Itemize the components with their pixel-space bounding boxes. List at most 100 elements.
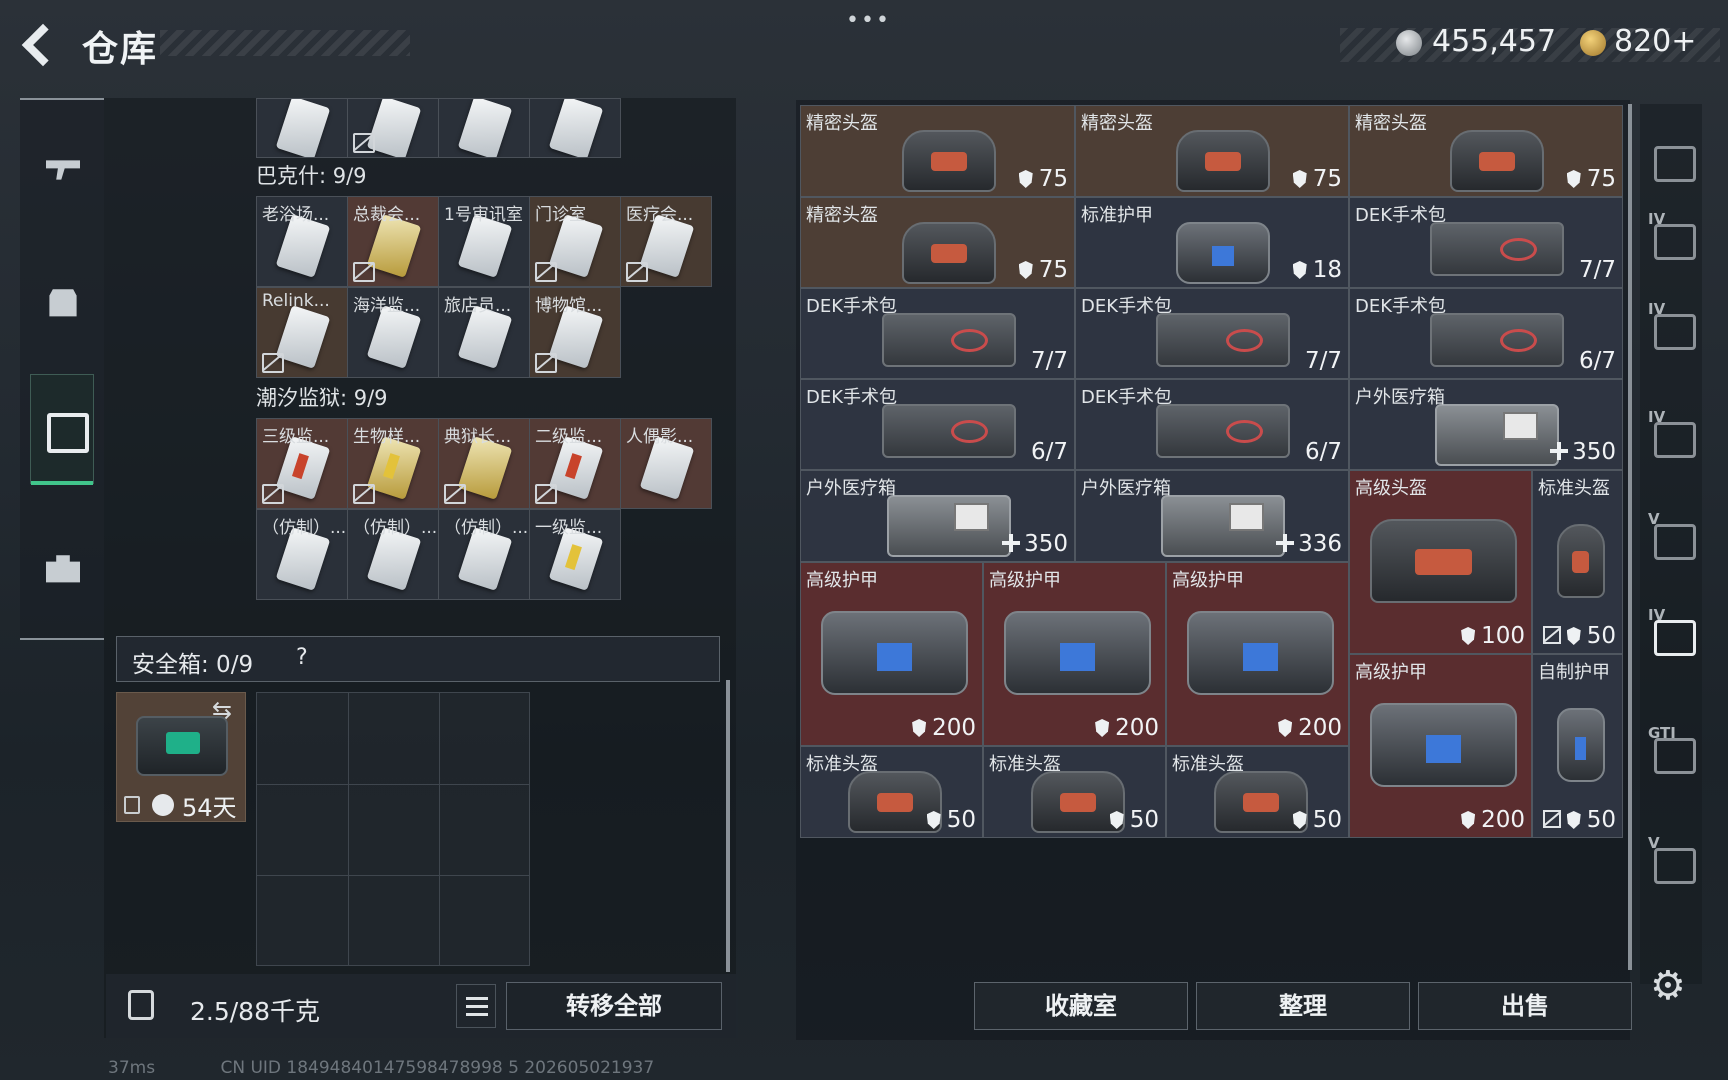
stash-item[interactable]: DEK手术包 7/7 [1075, 288, 1349, 379]
stash-item[interactable]: 标准头盔 50 [1532, 470, 1623, 654]
durability-shield-icon [1018, 261, 1033, 279]
stash-item[interactable]: 高级护甲 200 [983, 562, 1166, 746]
stash-item[interactable]: 高级护甲 200 [1349, 654, 1532, 838]
stash-item[interactable]: 高级头盔 100 [1349, 470, 1532, 654]
stash-item[interactable]: 户外医疗箱 350 [800, 470, 1075, 562]
stash-item[interactable]: 高级护甲 200 [1166, 562, 1349, 746]
keycard-slot[interactable]: 1号审讯室 [438, 196, 530, 287]
keycard-slot[interactable]: 医疗会... [620, 196, 712, 287]
stash-page-tab[interactable] [1646, 132, 1698, 184]
keycard-slot[interactable]: 一级监... [529, 509, 621, 600]
stash-item-name: 高级护甲 [1172, 570, 1244, 591]
stash-page-tab[interactable]: IV [1646, 300, 1698, 352]
stash-item-name: 户外医疗箱 [806, 478, 896, 499]
stash-item-value: 350 [1002, 531, 1068, 557]
stash-item-value: 50 [1542, 623, 1616, 649]
keycard-slot[interactable] [256, 98, 348, 158]
stash-page-tab[interactable]: IV [1646, 210, 1698, 262]
stash-item[interactable]: 精密头盔 75 [1075, 105, 1349, 197]
surgery-kit-image [881, 404, 1016, 458]
stash-item[interactable]: 高级护甲 200 [800, 562, 983, 746]
stash-item[interactable]: DEK手术包 7/7 [1349, 197, 1623, 288]
stash-item[interactable]: 标准头盔 50 [800, 746, 983, 838]
stash-page-tab[interactable]: V [1646, 834, 1698, 886]
keycard-name: 生物样... [353, 427, 421, 447]
stash-scrollbar[interactable] [1628, 104, 1632, 970]
stash-item[interactable]: DEK手术包 6/7 [1349, 288, 1623, 379]
stash-item-name: 精密头盔 [806, 205, 878, 226]
help-icon[interactable]: ? [296, 645, 308, 670]
stash-item-name: DEK手术包 [1355, 296, 1447, 317]
stash-page-tab[interactable]: GTI [1646, 724, 1698, 776]
not-bound-icon [1542, 626, 1561, 644]
safe-box-grid[interactable] [256, 692, 530, 966]
transfer-all-button[interactable]: 转移全部 [506, 982, 722, 1030]
not-bound-icon [444, 484, 466, 504]
stash-item[interactable]: DEK手术包 6/7 [1075, 379, 1349, 470]
stash-item[interactable]: 精密头盔 75 [800, 197, 1075, 288]
keycard-slot[interactable]: 二级监... [529, 418, 621, 509]
swap-icon[interactable]: ⇆ [212, 696, 232, 724]
keycard-slot[interactable] [347, 98, 439, 158]
stash-item-name: 自制护甲 [1538, 662, 1610, 683]
stash-item[interactable]: 精密头盔 75 [800, 105, 1075, 197]
helmet-image [1176, 130, 1270, 192]
keycard-slot[interactable]: 门诊室 [529, 196, 621, 287]
weight-lock-icon[interactable] [128, 990, 154, 1020]
keycard-slot[interactable]: Relink... [256, 287, 348, 378]
stash-item-value-text: 6/7 [1304, 439, 1342, 465]
stash-item-value: 50 [1109, 807, 1159, 833]
helmet-image [1450, 130, 1544, 192]
keycard-slot[interactable]: 旅店员... [438, 287, 530, 378]
stash-item-value-text: 336 [1298, 531, 1342, 557]
keycard-slot[interactable]: 博物馆... [529, 287, 621, 378]
durability-shield-icon [1095, 719, 1110, 737]
stash-item[interactable]: 户外医疗箱 350 [1349, 379, 1623, 470]
gear-icon[interactable]: ⚙ [1650, 966, 1690, 1006]
keycard-slot[interactable]: 生物样... [347, 418, 439, 509]
stash-item-value: 50 [926, 807, 976, 833]
keycard-slot[interactable]: 典狱长... [438, 418, 530, 509]
stash-page-tab[interactable]: IV [1646, 606, 1698, 658]
stash-item-name: 精密头盔 [1355, 113, 1427, 134]
keycard-slot[interactable]: 人偶影... [620, 418, 712, 509]
stash-page-tab[interactable]: V [1646, 510, 1698, 562]
stash-item[interactable]: 户外医疗箱 336 [1075, 470, 1349, 562]
keycard-image [275, 99, 331, 157]
keycard-slot[interactable]: 三级监... [256, 418, 348, 509]
keycard-slot[interactable]: （仿制）... [347, 509, 439, 600]
stash-item-value: 7/7 [1031, 348, 1068, 374]
stash-item[interactable]: 自制护甲 50 [1532, 654, 1623, 838]
not-bound-icon [353, 484, 375, 504]
stash-item-value: 336 [1276, 531, 1342, 557]
left-scrollbar[interactable] [726, 680, 730, 972]
stash-item-value: 350 [1550, 439, 1616, 465]
keycard-slot[interactable]: （仿制）... [256, 509, 348, 600]
surgery-kit-image [1156, 313, 1290, 367]
keycard-slot[interactable] [438, 98, 530, 158]
keycard-slot[interactable]: （仿制）... [438, 509, 530, 600]
stash-item[interactable]: 标准护甲 18 [1075, 197, 1349, 288]
stash-item-value-text: 7/7 [1304, 348, 1342, 374]
keycard-slot[interactable]: 海洋监... [347, 287, 439, 378]
sell-button[interactable]: 出售 [1418, 982, 1632, 1030]
stash-item[interactable]: 精密头盔 75 [1349, 105, 1623, 197]
stash-item-value-text: 6/7 [1030, 439, 1068, 465]
stash-item[interactable]: DEK手术包 6/7 [800, 379, 1075, 470]
stash-item[interactable]: 标准头盔 50 [983, 746, 1166, 838]
page-case-icon [1654, 314, 1696, 350]
keycard-slot[interactable] [529, 98, 621, 158]
collection-room-button[interactable]: 收藏室 [974, 982, 1188, 1030]
not-bound-icon [535, 484, 557, 504]
keycard-slot[interactable]: 老浴场... [256, 196, 348, 287]
keycard-name: 博物馆... [535, 296, 603, 316]
stash-item[interactable]: 标准头盔 50 [1166, 746, 1349, 838]
stash-item[interactable]: DEK手术包 7/7 [800, 288, 1075, 379]
stash-page-tab[interactable]: IV [1646, 408, 1698, 460]
page-case-icon [1654, 848, 1696, 884]
sort-button[interactable]: 整理 [1196, 982, 1410, 1030]
keycard-slot[interactable]: 总裁会... [347, 196, 439, 287]
surgery-kit-image [881, 313, 1016, 367]
list-view-button[interactable] [456, 984, 496, 1028]
keycard-name: 老浴场... [262, 205, 330, 225]
